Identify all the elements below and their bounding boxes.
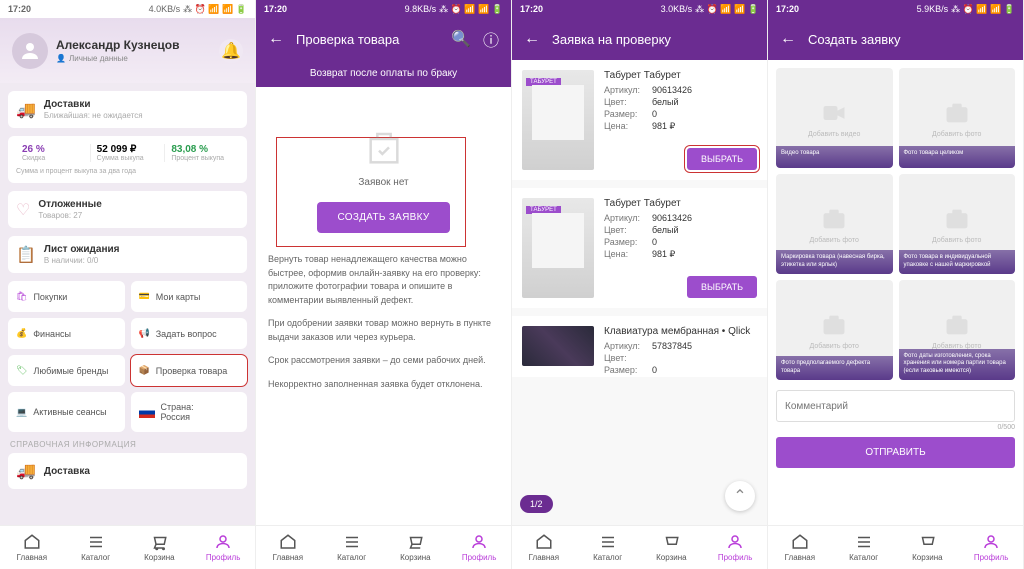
product-image[interactable]: ТАБУРЕТ bbox=[522, 70, 594, 170]
upload-tile[interactable]: Добавить фотоФото даты изготовления, сро… bbox=[899, 280, 1016, 380]
tab-home[interactable]: Главная bbox=[768, 526, 832, 569]
tab-cart[interactable]: Корзина bbox=[384, 526, 448, 569]
tab-catalog[interactable]: Каталог bbox=[64, 526, 128, 569]
bottom-nav: Главная Каталог Корзина Профиль bbox=[0, 525, 255, 569]
select-button[interactable]: ВЫБРАТЬ bbox=[687, 148, 757, 170]
upload-tile[interactable]: Добавить фотоФото товара в индивидуально… bbox=[899, 174, 1016, 274]
send-button[interactable]: ОТПРАВИТЬ bbox=[776, 437, 1015, 468]
status-bar: 17:20 4.0KB/s ⁂ ⏰ 📶 📶 🔋 bbox=[0, 0, 255, 18]
avatar[interactable] bbox=[12, 33, 48, 69]
status-bar: 17:20 3.0KB/s ⁂ ⏰ 📶 📶 🔋 bbox=[512, 0, 767, 18]
bottom-nav: Главная Каталог Корзина Профиль bbox=[768, 525, 1023, 569]
tab-return[interactable]: Возврат после оплаты по браку bbox=[256, 60, 511, 89]
app-header: ← Заявка на проверку bbox=[512, 18, 767, 60]
notifications-icon[interactable]: 🔔 bbox=[219, 39, 243, 63]
sessions-cell[interactable]: 💻Активные сеансы bbox=[8, 392, 125, 432]
tab-cart[interactable]: Корзина bbox=[640, 526, 704, 569]
tab-home[interactable]: Главная bbox=[0, 526, 64, 569]
product-card: ТАБУРЕТ Табурет Табурет Артикул:90613426… bbox=[512, 188, 767, 308]
tab-catalog[interactable]: Каталог bbox=[832, 526, 896, 569]
tab-profile[interactable]: Профиль bbox=[447, 526, 511, 569]
scroll-top-button[interactable]: ⌃ bbox=[725, 481, 755, 511]
tab-catalog[interactable]: Каталог bbox=[576, 526, 640, 569]
back-icon[interactable]: ← bbox=[522, 29, 542, 49]
clock: 17:20 bbox=[8, 4, 31, 14]
ask-cell[interactable]: 📢Задать вопрос bbox=[131, 318, 248, 349]
back-icon[interactable]: ← bbox=[266, 29, 286, 49]
tag-icon: 🏷 bbox=[16, 365, 27, 376]
tab-cart[interactable]: Корзина bbox=[896, 526, 960, 569]
profile-header[interactable]: Александр Кузнецов 👤 Личные данные 🔔 bbox=[0, 18, 255, 83]
app-header: ← Создать заявку bbox=[768, 18, 1023, 60]
waitlist-card[interactable]: 📋 Лист ожиданияВ наличии: 0/0 bbox=[8, 236, 247, 273]
tab-profile[interactable]: Профиль bbox=[959, 526, 1023, 569]
cards-cell[interactable]: 💳Мои карты bbox=[131, 281, 248, 312]
delivery-card[interactable]: 🚚 Доставки Ближайшая: не ожидается bbox=[8, 91, 247, 128]
pager[interactable]: 1/2 bbox=[520, 495, 553, 513]
app-header: ← Проверка товара 🔍 ⓘ bbox=[256, 18, 511, 60]
comment-input[interactable] bbox=[776, 390, 1015, 422]
page-title: Проверка товара bbox=[296, 32, 441, 47]
page-title: Заявка на проверку bbox=[552, 32, 757, 47]
product-card: ТАБУРЕТ Табурет Табурет Артикул:90613426… bbox=[512, 60, 767, 180]
megaphone-icon: 📢 bbox=[139, 328, 150, 339]
country-cell[interactable]: Страна:Россия bbox=[131, 392, 248, 432]
tab-catalog[interactable]: Каталог bbox=[320, 526, 384, 569]
status-bar: 17:20 9.8KB/s ⁂ ⏰ 📶 📶 🔋 bbox=[256, 0, 511, 18]
search-icon[interactable]: 🔍 bbox=[451, 29, 471, 49]
select-button[interactable]: ВЫБРАТЬ bbox=[687, 276, 757, 298]
help-delivery[interactable]: 🚚Доставка bbox=[8, 453, 247, 489]
card-icon: 💳 bbox=[139, 291, 150, 302]
bottom-nav: Главная Каталог Корзина Профиль bbox=[256, 525, 511, 569]
bottom-nav: Главная Каталог Корзина Профиль bbox=[512, 525, 767, 569]
empty-icon bbox=[364, 129, 404, 169]
wallet-icon: 💰 bbox=[16, 328, 27, 339]
upload-tile[interactable]: Добавить фотоФото товара целиком bbox=[899, 68, 1016, 168]
deferred-card[interactable]: ♡ ОтложенныеТоваров: 27 bbox=[8, 191, 247, 228]
box-icon: 📦 bbox=[139, 365, 150, 376]
page-title: Создать заявку bbox=[808, 32, 1013, 47]
heart-icon: ♡ bbox=[16, 200, 30, 220]
tab-profile[interactable]: Профиль bbox=[191, 526, 255, 569]
truck-icon: 🚚 bbox=[16, 461, 36, 481]
product-card: Клавиатура мембранная • Qlick Артикул:57… bbox=[512, 316, 767, 377]
user-name: Александр Кузнецов bbox=[56, 38, 211, 52]
purchases-cell[interactable]: 🛍Покупки bbox=[8, 281, 125, 312]
status-bar: 17:20 5.9KB/s ⁂ ⏰ 📶 📶 🔋 bbox=[768, 0, 1023, 18]
product-image[interactable] bbox=[522, 326, 594, 366]
tab-home[interactable]: Главная bbox=[512, 526, 576, 569]
tab-home[interactable]: Главная bbox=[256, 526, 320, 569]
devices-icon: 💻 bbox=[16, 407, 27, 418]
char-counter: 0/500 bbox=[776, 424, 1015, 431]
list-icon: 📋 bbox=[16, 245, 36, 265]
finance-cell[interactable]: 💰Финансы bbox=[8, 318, 125, 349]
info-icon[interactable]: ⓘ bbox=[481, 29, 501, 49]
section-label: СПРАВОЧНАЯ ИНФОРМАЦИЯ bbox=[10, 440, 247, 449]
brands-cell[interactable]: 🏷Любимые бренды bbox=[8, 355, 125, 386]
tab-cart[interactable]: Корзина bbox=[128, 526, 192, 569]
upload-tile[interactable]: Добавить видеоВидео товара bbox=[776, 68, 893, 168]
truck-icon: 🚚 bbox=[16, 100, 36, 120]
bag-icon: 🛍 bbox=[16, 291, 27, 302]
stats-card[interactable]: 26 %Скидка 52 099 ₽Сумма выкупа 83,08 %П… bbox=[8, 136, 247, 183]
upload-tile[interactable]: Добавить фотоМаркировка товара (навесная… bbox=[776, 174, 893, 274]
check-product-cell[interactable]: 📦Проверка товара bbox=[131, 355, 248, 386]
profile-link[interactable]: 👤 Личные данные bbox=[56, 54, 211, 63]
tab-profile[interactable]: Профиль bbox=[703, 526, 767, 569]
back-icon[interactable]: ← bbox=[778, 29, 798, 49]
flag-icon bbox=[139, 407, 155, 418]
upload-tile[interactable]: Добавить фотоФото предполагаемого дефект… bbox=[776, 280, 893, 380]
product-image[interactable]: ТАБУРЕТ bbox=[522, 198, 594, 298]
